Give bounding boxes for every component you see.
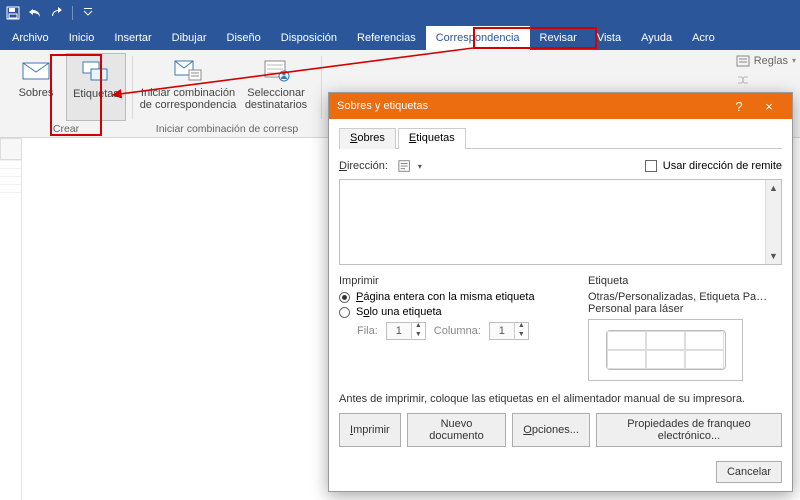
- tab-archivo[interactable]: Archivo: [2, 26, 59, 50]
- reglas-label: Reglas: [754, 55, 788, 67]
- tab-acrobat[interactable]: Acro: [682, 26, 725, 50]
- group-title-crear: Crear: [6, 121, 126, 135]
- opciones-button[interactable]: Opciones...: [512, 413, 590, 447]
- tab-revisar[interactable]: Revisar: [530, 26, 587, 50]
- tab-diseno[interactable]: Diseño: [217, 26, 271, 50]
- envelope-icon: [21, 57, 51, 83]
- chevron-down-icon[interactable]: ▾: [418, 162, 422, 171]
- recipients-icon: [261, 57, 291, 83]
- textarea-scrollbar[interactable]: ▲ ▼: [765, 180, 781, 264]
- spin-down-icon[interactable]: ▼: [515, 331, 528, 340]
- customize-qat-icon[interactable]: [81, 6, 95, 20]
- sobres-label: Sobres: [19, 87, 54, 99]
- direccion-textarea[interactable]: ▲ ▼: [339, 179, 782, 265]
- dialog-title-text: Sobres y etiquetas: [337, 100, 428, 112]
- usar-remite-checkbox[interactable]: Usar dirección de remite: [645, 160, 782, 172]
- tab-disposicion[interactable]: Disposición: [271, 26, 347, 50]
- etiquetas-label: Etiquetas: [73, 88, 119, 100]
- dialog-sobres-etiquetas: Sobres y etiquetas ? × Sobres Etiquetas …: [328, 92, 793, 492]
- match-icon: [736, 73, 750, 87]
- ruler-corner: [0, 138, 22, 160]
- impresora-note: Antes de imprimir, coloque las etiquetas…: [339, 393, 782, 405]
- imprimir-panel: Imprimir Página entera con la misma etiq…: [339, 275, 574, 381]
- tab-referencias[interactable]: Referencias: [347, 26, 426, 50]
- radio-icon: [339, 292, 350, 303]
- match-fields-button[interactable]: [736, 71, 796, 88]
- tab-ayuda[interactable]: Ayuda: [631, 26, 682, 50]
- reglas-button[interactable]: Reglas ▾: [736, 52, 796, 69]
- fila-label: Fila:: [357, 325, 378, 337]
- address-book-icon[interactable]: [398, 159, 412, 173]
- tab-inicio[interactable]: Inicio: [59, 26, 105, 50]
- etiqueta-title: Etiqueta: [588, 275, 782, 287]
- radio-icon: [339, 307, 350, 318]
- radio-pagina-entera[interactable]: Página entera con la misma etiqueta: [339, 291, 574, 303]
- scroll-up-icon[interactable]: ▲: [766, 180, 781, 196]
- ribbon-group-iniciar: Iniciar combinación de correspondencia S…: [133, 50, 321, 137]
- rules-icon: [736, 54, 750, 68]
- checkbox-icon: [645, 160, 657, 172]
- seleccionar-label: Seleccionar destinatarios: [245, 87, 307, 111]
- columna-spinner[interactable]: ▲▼: [489, 322, 529, 340]
- qat-separator: [72, 6, 73, 20]
- ribbon-group-crear: Sobres Etiquetas Crear: [0, 50, 132, 137]
- cancelar-button[interactable]: Cancelar: [716, 461, 782, 483]
- dialog-titlebar[interactable]: Sobres y etiquetas ? ×: [329, 93, 792, 119]
- imprimir-btn-rest: mprimir: [353, 424, 390, 436]
- spin-down-icon[interactable]: ▼: [412, 331, 425, 340]
- dialog-button-row: Imprimir Nuevo documento Opciones... Pro…: [339, 413, 782, 447]
- spin-up-icon[interactable]: ▲: [412, 322, 425, 331]
- dialog-tabs: Sobres Etiquetas: [339, 127, 782, 149]
- mail-merge-icon: [173, 57, 203, 83]
- fila-input[interactable]: [387, 323, 411, 339]
- etiqueta-line1: Otras/Personalizadas, Etiqueta Pa…: [588, 291, 782, 303]
- radio-solo-una[interactable]: Solo una etiqueta: [339, 306, 574, 318]
- etiqueta-line2: Personal para láser: [588, 303, 782, 315]
- seleccionar-destinatarios-button[interactable]: Seleccionar destinatarios: [237, 53, 315, 121]
- columna-label: Columna:: [434, 325, 481, 337]
- tab-correspondencia[interactable]: Correspondencia: [426, 26, 530, 50]
- sobres-button[interactable]: Sobres: [6, 53, 66, 121]
- propiedades-franqueo-button[interactable]: Propiedades de franqueo electrónico...: [596, 413, 782, 447]
- tab-vista[interactable]: Vista: [587, 26, 631, 50]
- opciones-btn-rest: pciones...: [532, 424, 579, 436]
- radio-pagina-label: Página entera con la misma etiqueta: [356, 291, 535, 303]
- dialog-close-button[interactable]: ×: [754, 99, 784, 114]
- labels-icon: [81, 58, 111, 84]
- quick-access-toolbar: [0, 0, 800, 26]
- tab-sobres-label: obres: [357, 132, 385, 144]
- spin-up-icon[interactable]: ▲: [515, 322, 528, 331]
- imprimir-button[interactable]: Imprimir: [339, 413, 401, 447]
- scroll-down-icon[interactable]: ▼: [766, 248, 781, 264]
- tab-insertar[interactable]: Insertar: [104, 26, 161, 50]
- tab-etiquetas-label: tiquetas: [416, 132, 455, 144]
- direccion-label: Dirección:: [339, 160, 388, 172]
- dialog-help-button[interactable]: ?: [724, 99, 754, 114]
- tab-dibujar[interactable]: Dibujar: [162, 26, 217, 50]
- ribbon-tabs: Archivo Inicio Insertar Dibujar Diseño D…: [0, 26, 800, 50]
- fila-spinner[interactable]: ▲▼: [386, 322, 426, 340]
- usar-remite-label: Usar dirección de remite: [663, 160, 782, 172]
- etiqueta-panel: Etiqueta Otras/Personalizadas, Etiqueta …: [588, 275, 782, 381]
- redo-icon[interactable]: [50, 6, 64, 20]
- group-title-iniciar: Iniciar combinación de corresp: [139, 121, 315, 135]
- chevron-down-icon: ▾: [792, 56, 796, 65]
- etiquetas-button[interactable]: Etiquetas: [66, 53, 126, 121]
- dialog-tab-etiquetas[interactable]: Etiquetas: [398, 128, 466, 149]
- radio-solo-label: Solo una etiqueta: [356, 306, 442, 318]
- columna-input[interactable]: [490, 323, 514, 339]
- dialog-tab-sobres[interactable]: Sobres: [339, 128, 396, 149]
- iniciar-label: Iniciar combinación de correspondencia: [140, 87, 237, 111]
- etiqueta-preview[interactable]: [588, 319, 743, 381]
- vertical-ruler: [0, 160, 22, 500]
- nuevo-documento-button[interactable]: Nuevo documento: [407, 413, 507, 447]
- save-icon[interactable]: [6, 6, 20, 20]
- iniciar-combinacion-button[interactable]: Iniciar combinación de correspondencia: [139, 53, 237, 121]
- undo-icon[interactable]: [28, 6, 42, 20]
- imprimir-title: Imprimir: [339, 275, 574, 287]
